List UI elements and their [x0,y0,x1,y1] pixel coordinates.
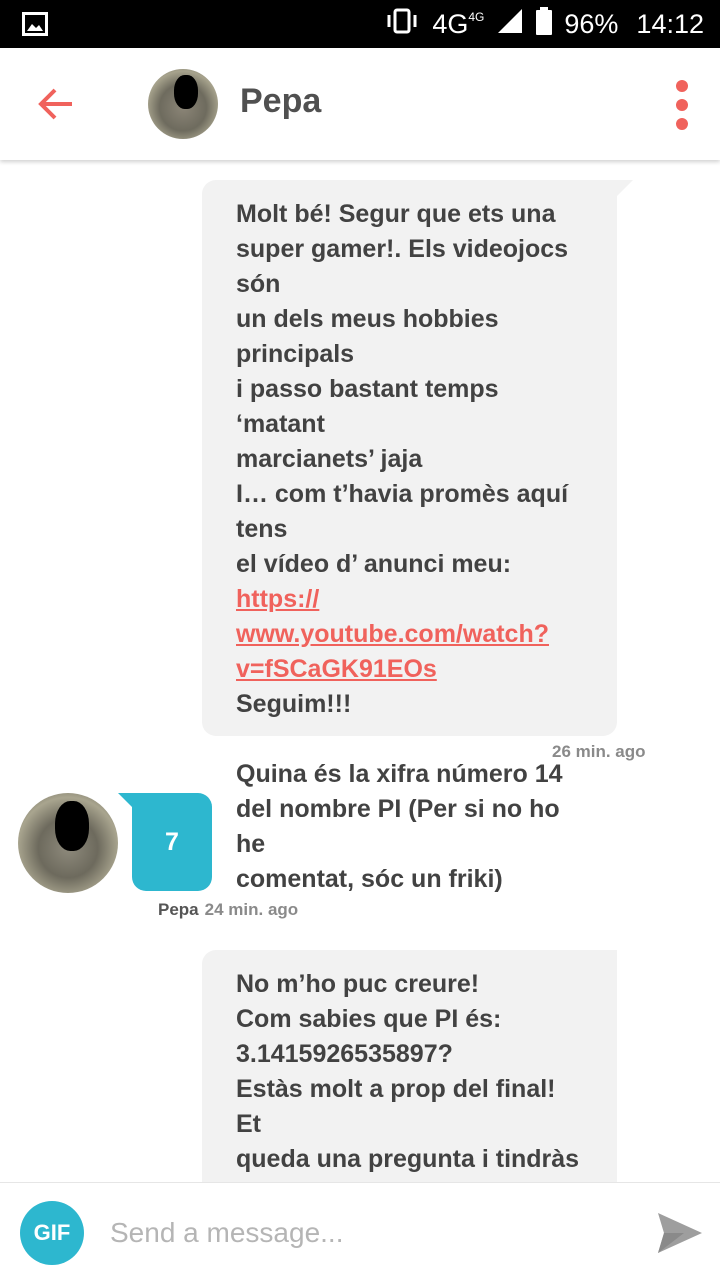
message-text: Molt bé! Segur que ets una super gamer!.… [236,200,569,893]
vibrate-icon [384,8,420,41]
sender-avatar[interactable] [18,793,118,893]
sender-name: Pepa [158,900,199,919]
youtube-link[interactable]: https:// www.youtube.com/watch? v=fSCaGK… [236,585,549,683]
clock: 14:12 [636,8,704,39]
contact-avatar[interactable] [148,69,218,139]
message-timestamp: 26 min. ago [552,742,646,761]
gallery-notification-icon [22,12,48,41]
chat-header: Pepa [0,48,720,160]
network-type: 4G4G [432,8,485,39]
contact-name[interactable]: Pepa [240,82,321,121]
message-composer: GIF [0,1182,720,1281]
message-bubble-outgoing: No m’ho puc creure! Com sabies que PI és… [202,950,617,1182]
message-bubble-outgoing: Molt bé! Segur que ets una super gamer!.… [202,180,633,893]
message-text: No m’ho puc creure! Com sabies que PI és… [236,970,580,1182]
more-vertical-icon[interactable] [672,80,692,130]
arrow-left-icon[interactable] [36,84,76,124]
status-bar: 4G4G 96% 14:12 [0,0,720,48]
message-timestamp: 24 min. ago [204,900,299,919]
gif-button[interactable]: GIF [20,1201,84,1265]
message-text: 7 [165,827,179,856]
battery-icon [536,6,553,42]
send-icon[interactable] [654,1209,704,1257]
signal-icon [496,7,524,42]
message-input[interactable] [108,1207,632,1259]
battery-percent: 96% [564,8,619,39]
message-bubble-incoming: 7 [118,793,212,891]
message-meta: Pepa 24 min. ago [158,900,298,920]
